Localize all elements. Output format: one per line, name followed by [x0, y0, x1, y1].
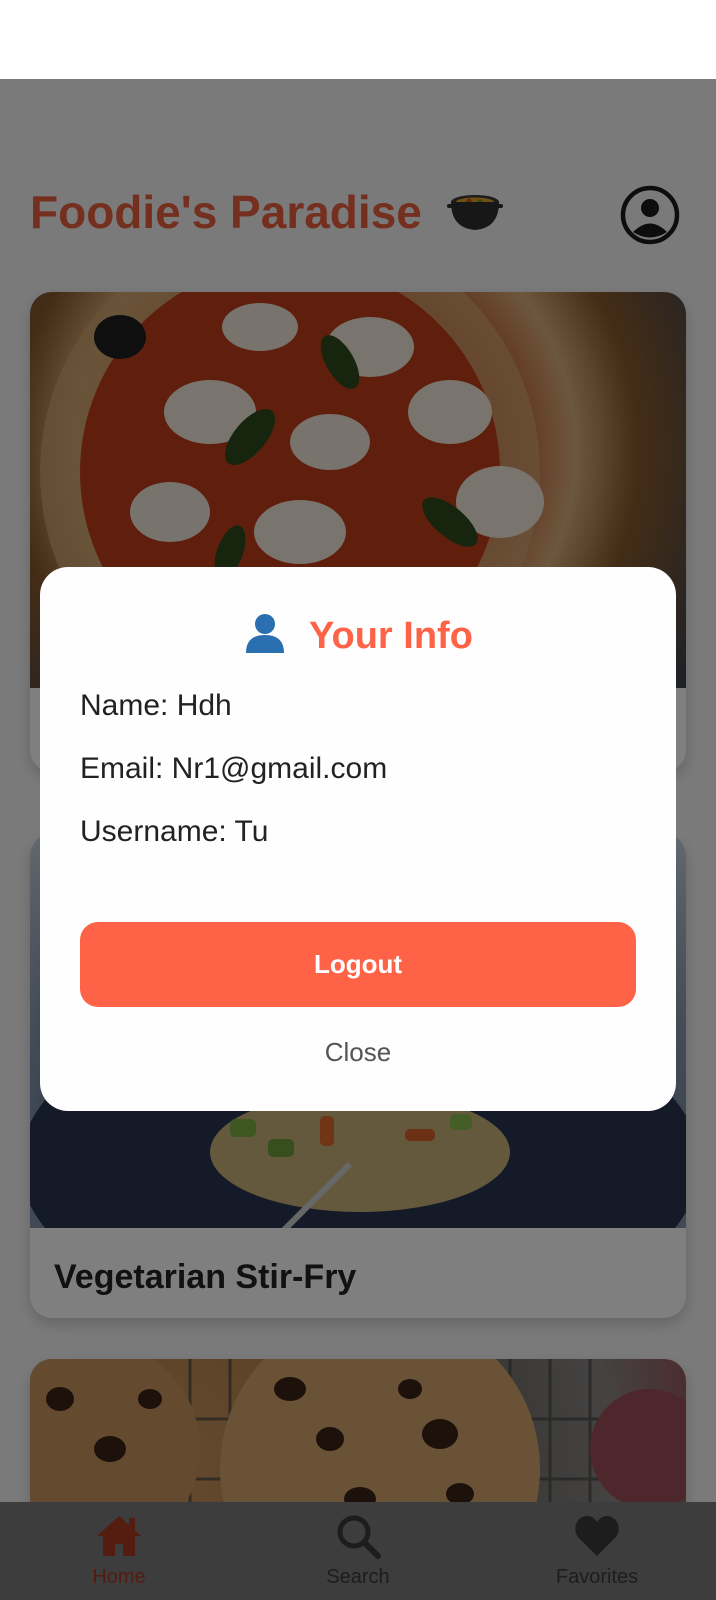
user-username: Username: Tu — [80, 815, 269, 848]
user-icon — [243, 611, 287, 665]
logout-button[interactable]: Logout — [80, 922, 636, 1007]
app-root: Foodie's Paradise — [0, 0, 716, 1600]
user-email: Email: Nr1@gmail.com — [80, 752, 388, 785]
close-button[interactable]: Close — [40, 1037, 676, 1068]
home-screen: Foodie's Paradise — [0, 79, 716, 1600]
user-name: Name: Hdh — [80, 689, 232, 722]
user-info-modal: Your Info Name: Hdh Email: Nr1@gmail.com… — [40, 567, 676, 1111]
modal-title-text: Your Info — [308, 615, 473, 658]
status-bar — [0, 0, 716, 79]
modal-title: Your Info — [40, 611, 676, 665]
